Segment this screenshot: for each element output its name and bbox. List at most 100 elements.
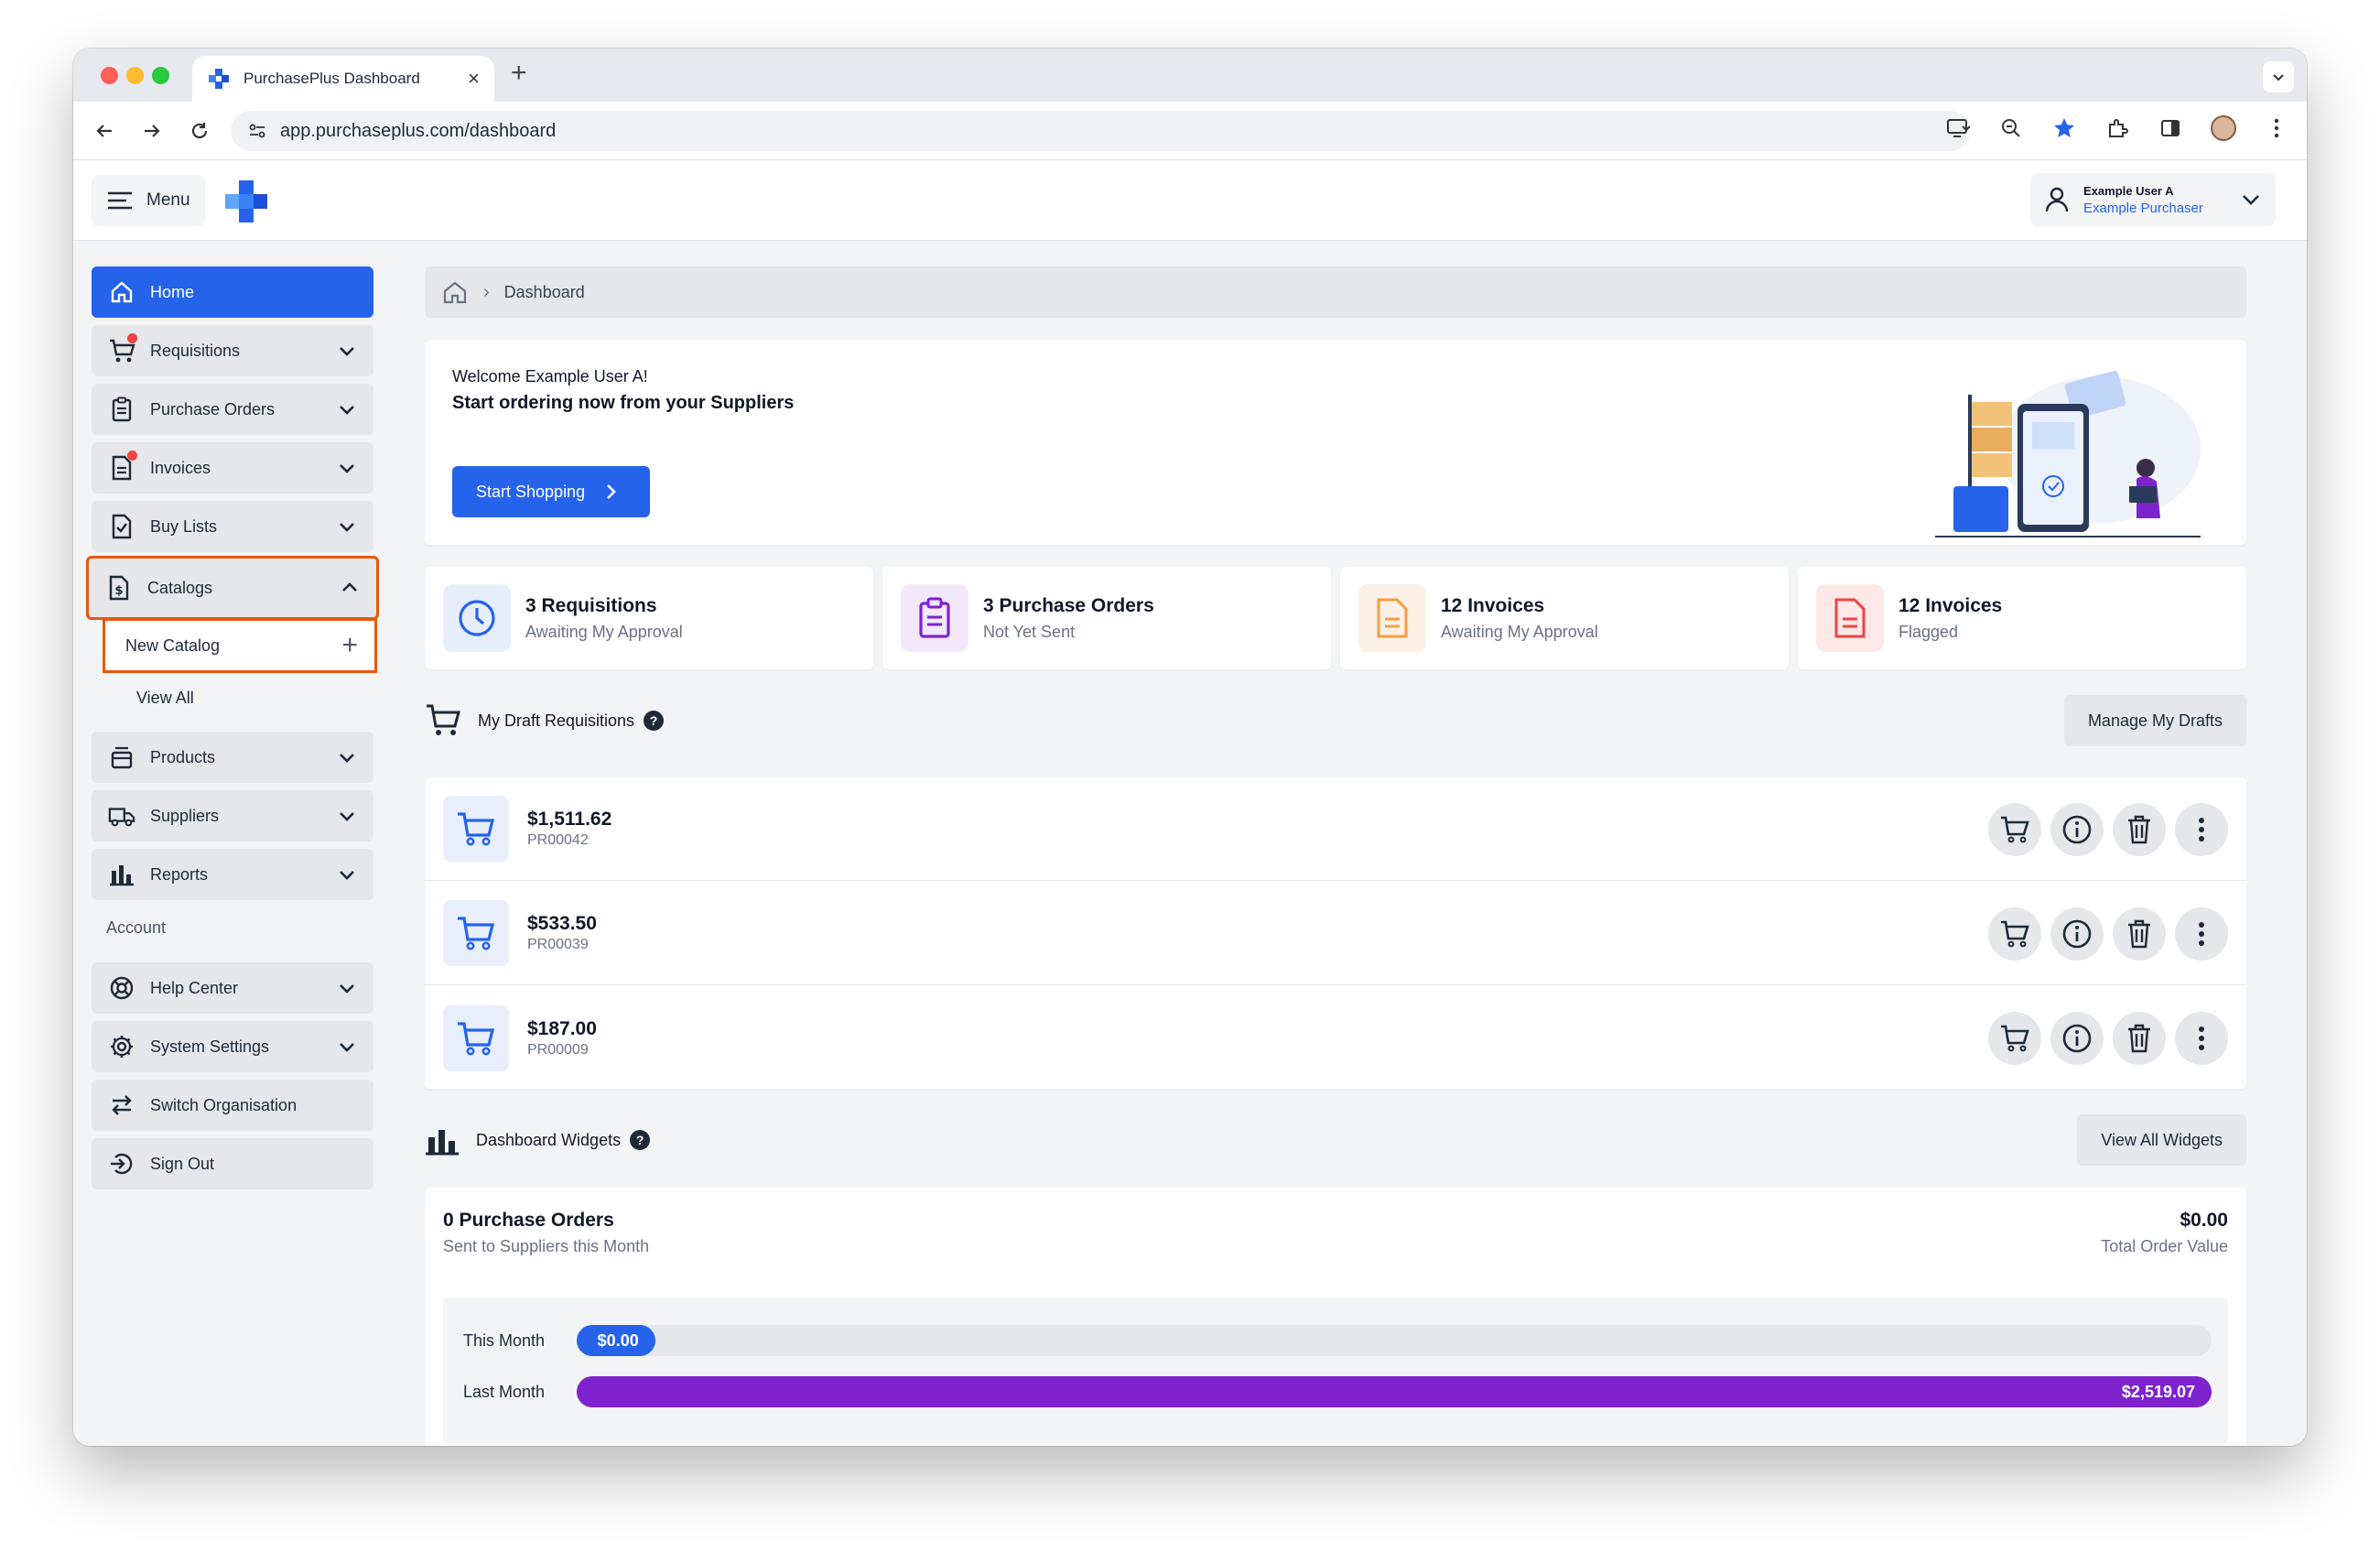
sidebar-subitem-new-catalog[interactable]: New Catalog + <box>103 618 377 673</box>
help-question-icon[interactable]: ? <box>644 711 665 731</box>
sidebar-item-help-center[interactable]: Help Center <box>92 962 373 1014</box>
sidebar-item-catalogs[interactable]: $ Catalogs <box>86 556 379 620</box>
maximize-window-button[interactable] <box>152 67 169 84</box>
this-month-track: $0.00 <box>577 1325 2212 1356</box>
widgets-title: Dashboard Widgets <box>476 1130 622 1149</box>
close-window-button[interactable] <box>101 67 118 84</box>
stat-title: 12 Invoices <box>1441 594 1545 616</box>
sidebar-section-account: Account <box>106 918 167 937</box>
tab-search-chevron-icon[interactable] <box>2263 61 2294 92</box>
delete-trash-button[interactable] <box>2113 1012 2166 1065</box>
view-all-widgets-button[interactable]: View All Widgets <box>2077 1114 2246 1166</box>
welcome-card: Welcome Example User A! Start ordering n… <box>425 340 2246 545</box>
delete-trash-button[interactable] <box>2113 907 2166 961</box>
manage-drafts-button[interactable]: Manage My Drafts <box>2063 695 2246 746</box>
cart-icon <box>443 900 509 966</box>
clock-icon <box>443 584 511 652</box>
sidebar-item-label: Products <box>150 747 216 766</box>
chevron-down-icon <box>340 347 354 356</box>
drafts-title: My Draft Requisitions <box>478 711 635 730</box>
stat-title: 3 Purchase Orders <box>983 594 1154 616</box>
more-options-button[interactable] <box>2175 1012 2228 1065</box>
site-settings-icon[interactable] <box>247 121 267 141</box>
add-to-cart-button[interactable] <box>1988 803 2041 856</box>
sidebar-item-home[interactable]: Home <box>92 266 373 318</box>
back-arrow-icon[interactable] <box>90 116 119 146</box>
draft-row[interactable]: $1,511.62 PR00042 <box>425 777 2246 881</box>
add-to-cart-button[interactable] <box>1988 1012 2041 1065</box>
browser-tab[interactable]: PurchasePlus Dashboard × <box>192 56 494 102</box>
minimize-window-button[interactable] <box>126 67 144 84</box>
last-month-track: $2,519.07 <box>577 1376 2212 1407</box>
browser-menu-icon[interactable] <box>2263 114 2290 142</box>
draft-row[interactable]: $533.50 PR00039 <box>425 882 2246 985</box>
side-panel-icon[interactable] <box>2157 114 2184 142</box>
hamburger-icon <box>108 191 132 210</box>
chevron-up-icon <box>342 582 357 592</box>
purchaseplus-favicon-icon <box>209 69 229 89</box>
sidebar-item-label: Switch Organisation <box>150 1095 298 1114</box>
sidebar-item-reports[interactable]: Reports <box>92 849 373 900</box>
more-options-button[interactable] <box>2175 907 2228 961</box>
stat-card-invoices-awaiting[interactable]: 12 Invoices Awaiting My Approval <box>1340 567 1789 669</box>
delete-trash-button[interactable] <box>2113 803 2166 856</box>
cart-icon <box>443 1004 509 1071</box>
home-icon <box>111 281 133 303</box>
sidebar-item-buy-lists[interactable]: Buy Lists <box>92 501 373 552</box>
purchaseplus-logo-icon[interactable] <box>223 179 269 224</box>
last-month-label: Last Month <box>463 1382 546 1401</box>
install-app-icon[interactable] <box>1944 114 1972 142</box>
url-text: app.purchaseplus.com/dashboard <box>280 120 557 141</box>
forward-arrow-icon[interactable] <box>137 116 167 146</box>
sidebar-subitem-view-all[interactable]: View All <box>103 673 377 722</box>
menu-button[interactable]: Menu <box>92 175 205 226</box>
tab-close-icon[interactable]: × <box>468 67 480 91</box>
stat-card-invoices-flagged[interactable]: 12 Invoices Flagged <box>1798 567 2246 669</box>
user-name: Example User A <box>2083 183 2174 198</box>
zoom-icon[interactable] <box>1997 114 2025 142</box>
sidebar-item-label: System Settings <box>150 1037 270 1056</box>
welcome-headline: Start ordering now from your Suppliers <box>452 393 795 413</box>
info-button[interactable] <box>2050 907 2104 961</box>
help-question-icon[interactable]: ? <box>630 1130 651 1150</box>
new-tab-icon[interactable]: + <box>511 58 527 89</box>
info-button[interactable] <box>2050 803 2104 856</box>
breadcrumb: › Dashboard <box>425 266 2246 318</box>
tab-title: PurchasePlus Dashboard <box>243 70 420 87</box>
chevron-down-icon <box>340 406 354 415</box>
bar-chart-icon <box>426 1130 459 1156</box>
draft-row[interactable]: $187.00 PR00009 <box>425 986 2246 1090</box>
chevron-down-icon <box>340 984 354 994</box>
sidebar-item-products[interactable]: Products <box>92 732 373 783</box>
profile-avatar[interactable] <box>2210 114 2237 142</box>
draft-amount: $187.00 <box>527 1017 597 1039</box>
cart-icon <box>427 704 460 735</box>
sidebar-item-requisitions[interactable]: Requisitions <box>92 325 373 376</box>
home-icon[interactable] <box>441 279 469 305</box>
more-options-button[interactable] <box>2175 803 2228 856</box>
this-month-row: This Month $0.00 <box>463 1325 2212 1356</box>
sidebar-item-invoices[interactable]: Invoices <box>92 442 373 494</box>
stat-card-purchase-orders[interactable]: 3 Purchase Orders Not Yet Sent <box>882 567 1331 669</box>
app-header: Menu Example User A Example Purchaser <box>73 160 2307 241</box>
sidebar-item-switch-organisation[interactable]: Switch Organisation <box>92 1080 373 1131</box>
stat-title: 3 Requisitions <box>525 594 657 616</box>
sidebar-item-purchase-orders[interactable]: Purchase Orders <box>92 384 373 435</box>
sidebar-item-label: Reports <box>150 864 209 884</box>
sidebar-item-system-settings[interactable]: System Settings <box>92 1021 373 1072</box>
user-menu[interactable]: Example User A Example Purchaser <box>2030 173 2276 226</box>
reload-icon[interactable] <box>185 116 214 146</box>
sidebar-item-sign-out[interactable]: Sign Out <box>92 1138 373 1189</box>
plus-icon[interactable]: + <box>341 630 358 661</box>
draft-reference: PR00042 <box>527 832 589 848</box>
address-bar[interactable]: app.purchaseplus.com/dashboard <box>231 111 1970 151</box>
start-shopping-button[interactable]: Start Shopping <box>452 466 650 517</box>
add-to-cart-button[interactable] <box>1988 907 2041 961</box>
info-button[interactable] <box>2050 1012 2104 1065</box>
bookmark-star-icon[interactable] <box>2050 114 2078 142</box>
extensions-icon[interactable] <box>2104 114 2131 142</box>
draft-amount: $533.50 <box>527 913 597 934</box>
stat-card-requisitions[interactable]: 3 Requisitions Awaiting My Approval <box>425 567 873 669</box>
sidebar-item-suppliers[interactable]: Suppliers <box>92 790 373 842</box>
chevron-down-icon <box>340 871 354 880</box>
